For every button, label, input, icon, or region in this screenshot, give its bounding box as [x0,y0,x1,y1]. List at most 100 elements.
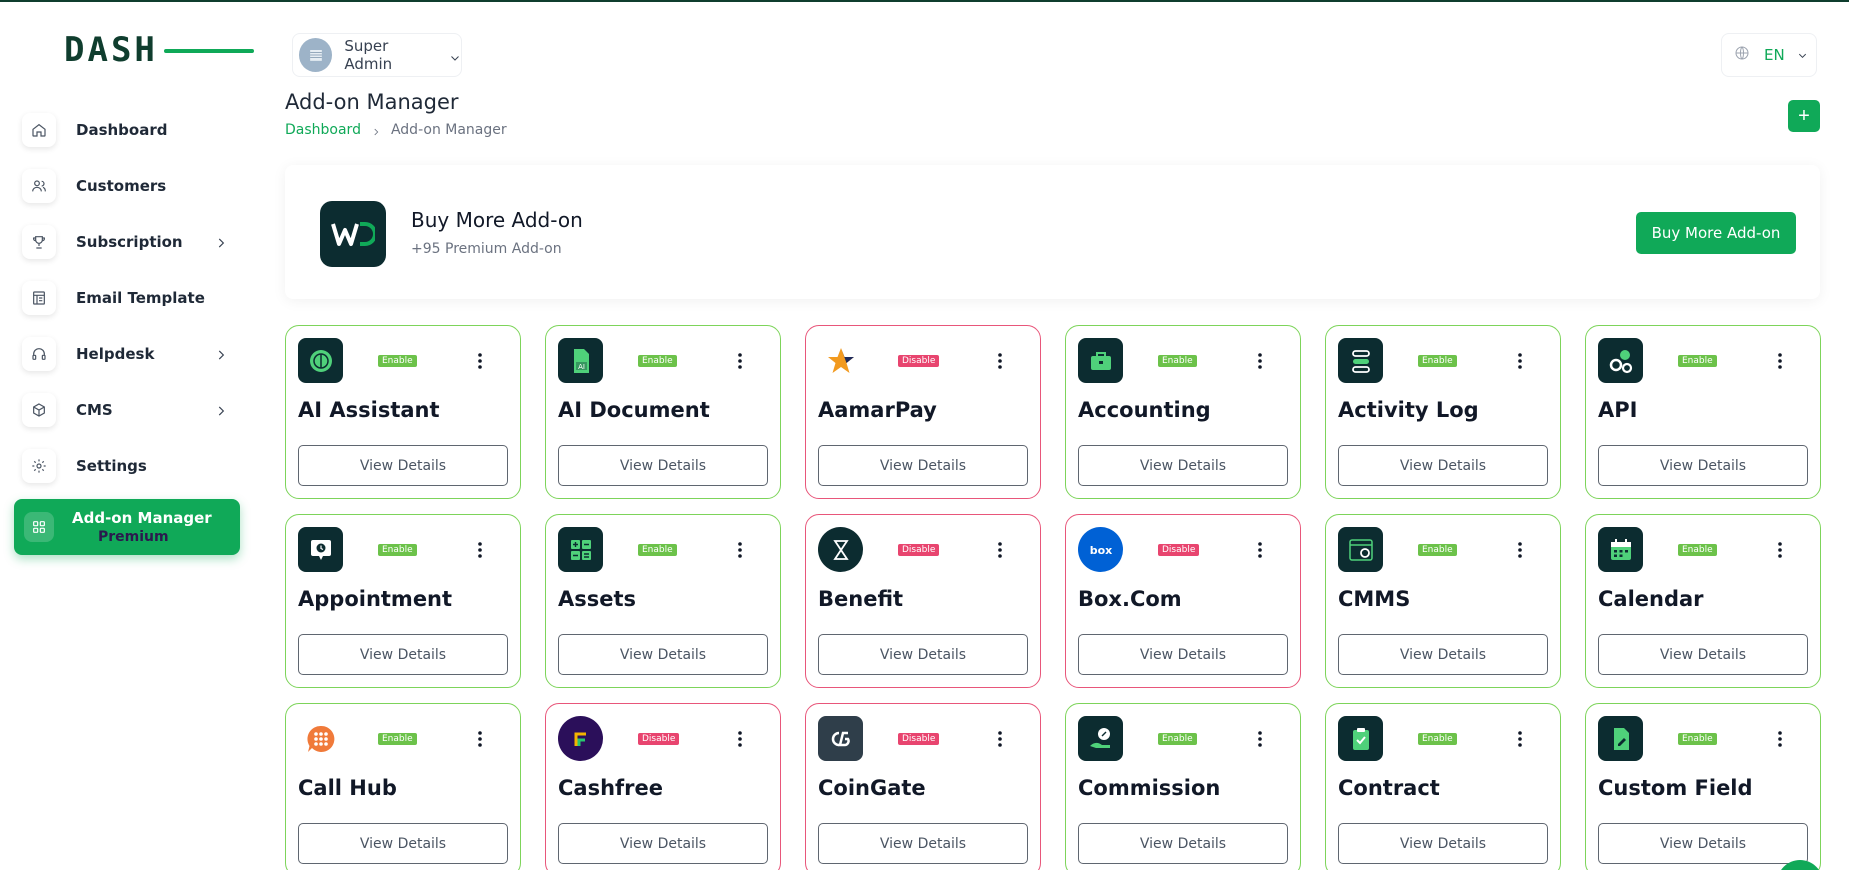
sidebar-item-helpdesk[interactable]: Helpdesk [14,326,242,382]
status-badge[interactable]: Enable [378,355,417,367]
view-details-button[interactable]: View Details [1598,445,1808,486]
cmms-icon [1338,527,1383,572]
status-badge[interactable]: Enable [1158,355,1197,367]
avatar [299,38,333,72]
status-badge[interactable]: Enable [638,544,677,556]
sidebar: DASH Dashboard Customers Subscription Em… [0,2,256,870]
breadcrumb-current: Add-on Manager [390,122,507,138]
more-options-icon[interactable] [994,728,1006,750]
sidebar-item-customers[interactable]: Customers [14,158,242,214]
workdo-logo-icon [320,201,386,267]
addon-card: Enable Commission View Details [1065,703,1301,870]
addon-name: Calendar [1598,587,1704,611]
more-options-icon[interactable] [994,539,1006,561]
users-icon [22,169,56,203]
status-badge[interactable]: Enable [1418,733,1457,745]
view-details-button[interactable]: View Details [1078,445,1288,486]
premium-badge: Premium [98,529,169,545]
status-badge[interactable]: Disable [898,355,940,367]
activity-log-icon [1338,338,1383,383]
addon-name: Assets [558,587,637,611]
view-details-button[interactable]: View Details [558,634,768,675]
more-options-icon[interactable] [1254,350,1266,372]
status-badge[interactable]: Enable [1418,544,1457,556]
view-details-button[interactable]: View Details [558,823,768,864]
status-badge[interactable]: Enable [378,733,417,745]
status-badge[interactable]: Disable [898,544,940,556]
sidebar-item-email-template[interactable]: Email Template [14,270,242,326]
add-addon-button[interactable]: + [1788,100,1820,132]
more-options-icon[interactable] [1774,539,1786,561]
more-options-icon[interactable] [1774,350,1786,372]
addon-name: AamarPay [818,398,937,422]
view-details-button[interactable]: View Details [1078,634,1288,675]
assets-icon [558,527,603,572]
view-details-button[interactable]: View Details [1338,634,1548,675]
addon-name: Commission [1078,776,1221,800]
view-details-button[interactable]: View Details [1598,634,1808,675]
status-badge[interactable]: Enable [638,355,677,367]
chevron-down-icon [449,49,461,61]
status-badge[interactable]: Disable [638,733,680,745]
view-details-button[interactable]: View Details [298,634,508,675]
status-badge[interactable]: Enable [1678,544,1717,556]
status-badge[interactable]: Enable [1158,733,1197,745]
addon-card: Disable CoinGate View Details [805,703,1041,870]
status-badge[interactable]: Enable [1678,355,1717,367]
more-options-icon[interactable] [734,350,746,372]
view-details-button[interactable]: View Details [298,445,508,486]
calendar-icon [1598,527,1643,572]
view-details-button[interactable]: View Details [1598,823,1808,864]
more-options-icon[interactable] [1774,728,1786,750]
more-options-icon[interactable] [1514,350,1526,372]
view-details-button[interactable]: View Details [818,445,1028,486]
language-selector[interactable]: EN [1721,33,1817,77]
grid-icon [24,512,54,542]
view-details-button[interactable]: View Details [1338,445,1548,486]
sidebar-item-addon-manager[interactable]: Add-on Manager Premium [14,499,240,555]
status-badge[interactable]: Disable [898,733,940,745]
dash-logo[interactable]: DASH [64,32,254,68]
addon-name: Accounting [1078,398,1211,422]
more-options-icon[interactable] [1254,728,1266,750]
more-options-icon[interactable] [1514,539,1526,561]
view-details-button[interactable]: View Details [1078,823,1288,864]
view-details-button[interactable]: View Details [818,823,1028,864]
view-details-button[interactable]: View Details [1338,823,1548,864]
sidebar-item-label: Add-on Manager [72,509,212,527]
sidebar-item-dashboard[interactable]: Dashboard [14,102,242,158]
more-options-icon[interactable] [474,728,486,750]
sidebar-item-cms[interactable]: CMS [14,382,242,438]
cube-icon [22,393,56,427]
view-details-button[interactable]: View Details [818,634,1028,675]
gear-icon [22,449,56,483]
sidebar-item-settings[interactable]: Settings [14,438,242,494]
more-options-icon[interactable] [734,728,746,750]
breadcrumb-home-link[interactable]: Dashboard [285,122,361,138]
addon-name: Custom Field [1598,776,1753,800]
user-menu[interactable]: Super Admin [292,33,462,77]
status-badge[interactable]: Enable [378,544,417,556]
ai-document-icon: AI [558,338,603,383]
trophy-icon [22,225,56,259]
sidebar-item-subscription[interactable]: Subscription [14,214,242,270]
status-badge[interactable]: Enable [1678,733,1717,745]
status-badge[interactable]: Disable [1158,544,1200,556]
more-options-icon[interactable] [474,350,486,372]
svg-text:box: box [1089,544,1112,557]
briefcase-icon [1078,338,1123,383]
status-badge[interactable]: Enable [1418,355,1457,367]
buy-more-addon-button[interactable]: Buy More Add-on [1636,212,1796,254]
more-options-icon[interactable] [1254,539,1266,561]
view-details-button[interactable]: View Details [298,823,508,864]
addon-card: Enable Appointment View Details [285,514,521,688]
buy-more-banner: Buy More Add-on +95 Premium Add-on Buy M… [285,165,1820,299]
view-details-button[interactable]: View Details [558,445,768,486]
aamarpay-star-icon [818,338,863,383]
more-options-icon[interactable] [994,350,1006,372]
more-options-icon[interactable] [734,539,746,561]
more-options-icon[interactable] [474,539,486,561]
addon-card: Disable Cashfree View Details [545,703,781,870]
sidebar-nav: Dashboard Customers Subscription Email T… [14,102,242,494]
more-options-icon[interactable] [1514,728,1526,750]
